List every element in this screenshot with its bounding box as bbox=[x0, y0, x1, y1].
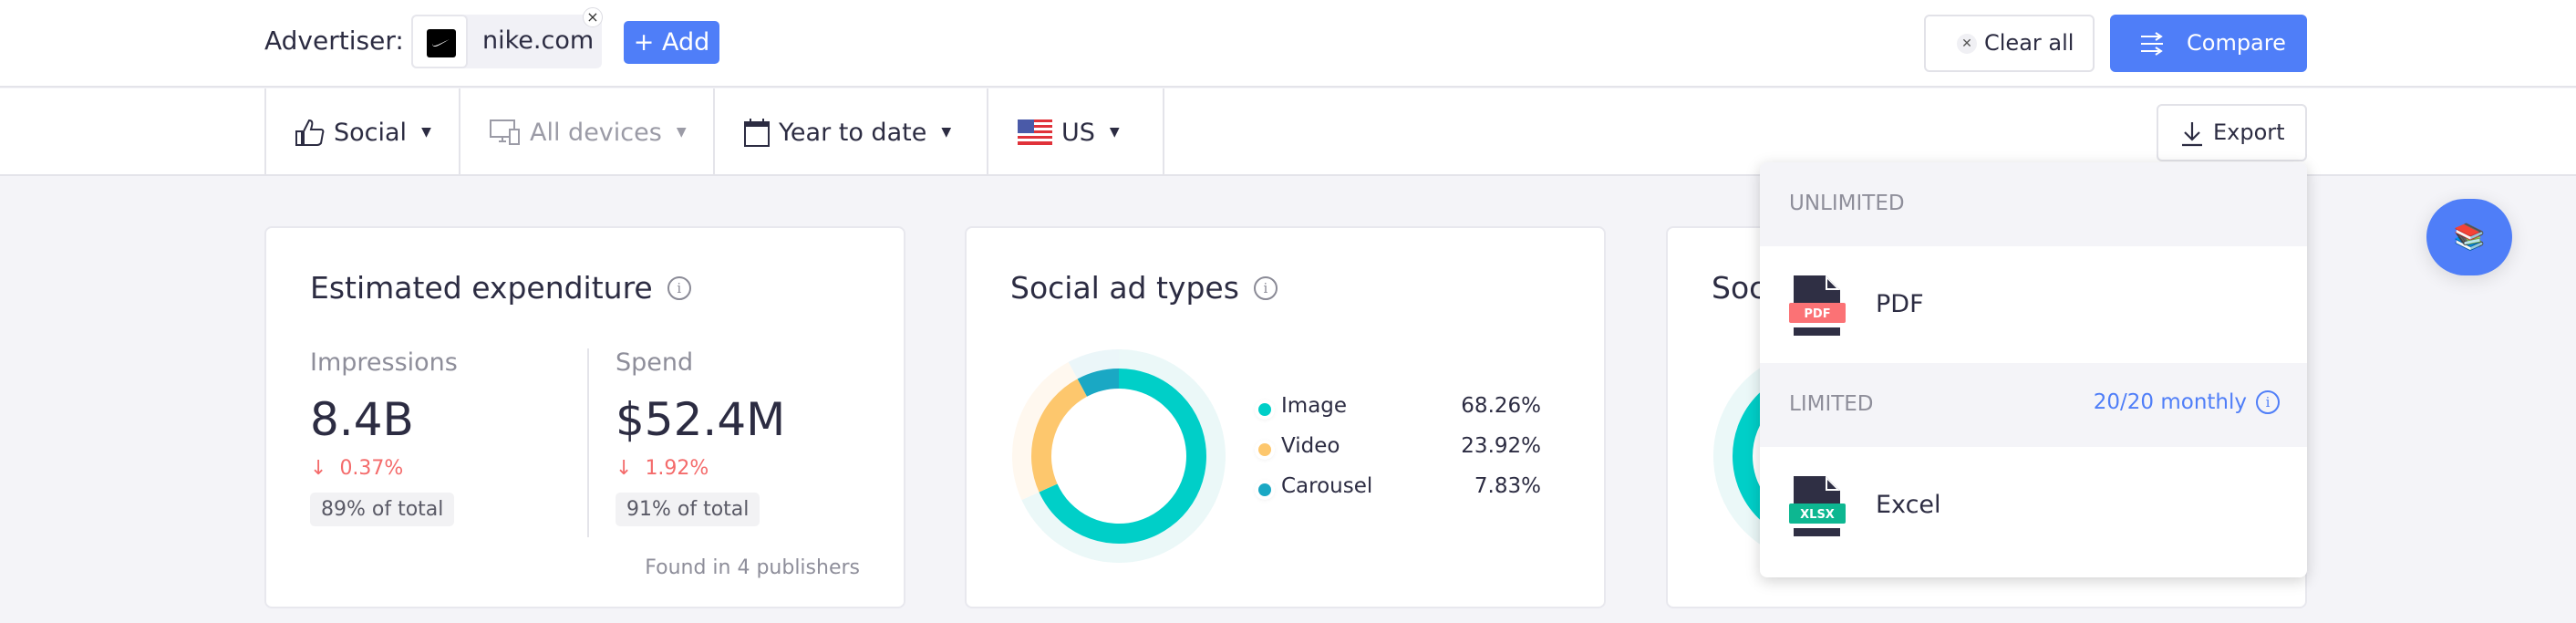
compare-button[interactable]: Compare bbox=[2110, 15, 2307, 72]
section-limited: LIMITED 20/20 monthly i bbox=[1760, 363, 2307, 447]
info-icon[interactable]: i bbox=[2256, 390, 2280, 414]
chevron-down-icon: ▼ bbox=[941, 125, 952, 140]
export-excel-item[interactable]: XLSX Excel bbox=[1760, 447, 2307, 564]
advertiser-label: Advertiser: bbox=[264, 26, 404, 56]
impressions-share-badge: 89% of total bbox=[310, 493, 455, 526]
spend-share-badge: 91% of total bbox=[616, 493, 760, 526]
devices-icon bbox=[490, 119, 520, 145]
legend-dot-icon bbox=[1258, 403, 1271, 416]
info-icon[interactable]: i bbox=[667, 275, 691, 300]
filter-divider bbox=[1163, 88, 1164, 176]
estimated-expenditure-card: Estimated expenditure i Impressions 8.4B… bbox=[264, 226, 905, 608]
export-pdf-item[interactable]: PDF PDF bbox=[1760, 246, 2307, 363]
legend-value: 23.92% bbox=[1461, 434, 1541, 458]
ad-types-legend: Image 68.26% Video 23.92% Carousel 7.83% bbox=[1249, 394, 1541, 514]
export-excel-label: Excel bbox=[1876, 491, 1941, 519]
legend-value: 68.26% bbox=[1461, 394, 1541, 418]
impressions-value: 8.4B bbox=[310, 393, 414, 446]
advertiser-domain: nike.com bbox=[482, 26, 595, 55]
card-title-text: Estimated expenditure bbox=[310, 270, 653, 306]
spend-delta-value: 1.92% bbox=[645, 457, 709, 480]
nike-swoosh-logo-icon bbox=[427, 29, 456, 57]
impressions-delta-value: 0.37% bbox=[339, 457, 404, 480]
pdf-file-icon: PDF bbox=[1789, 275, 1846, 336]
thumbs-up-icon bbox=[295, 119, 325, 146]
section-unlimited: UNLIMITED bbox=[1760, 162, 2307, 246]
filter-country[interactable]: US ▼ bbox=[987, 88, 1164, 176]
ad-types-donut-chart bbox=[1012, 349, 1226, 563]
export-button[interactable]: Export bbox=[2157, 104, 2307, 161]
card-title-text: Social ad types bbox=[1010, 270, 1239, 306]
donut-slice-carousel[interactable] bbox=[1077, 369, 1120, 397]
quota-text: 20/20 monthly bbox=[2093, 390, 2247, 414]
legend-label: Video bbox=[1281, 434, 1340, 458]
card-title-text: Soc bbox=[1712, 270, 1766, 306]
card-title: Soc bbox=[1712, 270, 1765, 306]
download-icon bbox=[2182, 122, 2202, 147]
top-bar: Advertiser: nike.com × + Add ✕ Clear all… bbox=[0, 0, 2576, 88]
section-label: LIMITED bbox=[1789, 392, 1874, 416]
section-label: UNLIMITED bbox=[1789, 192, 1905, 215]
card-title: Social ad types i bbox=[1010, 270, 1278, 306]
filter-channel-label: Social bbox=[334, 118, 408, 147]
legend-dot-icon bbox=[1258, 443, 1271, 456]
impressions-delta: ↓ 0.37% bbox=[310, 457, 458, 480]
card-title: Estimated expenditure i bbox=[310, 270, 691, 306]
spend-value: $52.4M bbox=[616, 393, 786, 446]
export-dropdown-menu: UNLIMITED PDF PDF LIMITED 20/20 monthly … bbox=[1760, 162, 2307, 577]
advertiser-chip[interactable]: nike.com × bbox=[411, 7, 603, 68]
impressions-label: Impressions bbox=[310, 348, 458, 377]
remove-advertiser-close-icon[interactable]: × bbox=[583, 7, 603, 27]
clear-all-button[interactable]: ✕ Clear all bbox=[1924, 15, 2095, 72]
export-label: Export bbox=[2213, 119, 2285, 145]
spend-label: Spend bbox=[616, 348, 694, 377]
social-ad-types-card: Social ad types i Image 68.26% Video 23.92%… bbox=[965, 226, 1606, 608]
metric-divider bbox=[587, 348, 589, 537]
legend-label: Image bbox=[1281, 394, 1348, 418]
filter-date-label: Year to date bbox=[779, 118, 927, 147]
legend-item-video[interactable]: Video 23.92% bbox=[1249, 434, 1541, 474]
legend-item-image[interactable]: Image 68.26% bbox=[1249, 394, 1541, 434]
help-fab-button[interactable]: 📚 bbox=[2426, 199, 2512, 275]
export-quota: 20/20 monthly i bbox=[2094, 390, 2280, 414]
spend-delta: ↓ 1.92% bbox=[616, 457, 785, 480]
add-advertiser-button[interactable]: + Add bbox=[624, 21, 719, 64]
clear-all-label: Clear all bbox=[1984, 30, 2074, 56]
legend-value: 7.83% bbox=[1474, 474, 1541, 498]
chevron-down-icon: ▼ bbox=[676, 125, 687, 140]
filter-devices-label: All devices bbox=[530, 118, 662, 147]
clear-close-icon: ✕ bbox=[1957, 34, 1977, 54]
spend-metric: Spend $52.4M ↓ 1.92% 91% of total bbox=[616, 348, 785, 526]
publishers-found-text: Found in 4 publishers bbox=[645, 556, 860, 579]
legend-label: Carousel bbox=[1281, 474, 1373, 498]
export-pdf-label: PDF bbox=[1876, 290, 1924, 318]
arrow-down-icon: ↓ bbox=[616, 457, 633, 480]
info-icon[interactable]: i bbox=[1253, 275, 1278, 300]
books-icon: 📚 bbox=[2453, 222, 2486, 252]
chevron-down-icon: ▼ bbox=[1109, 125, 1120, 140]
us-flag-icon bbox=[1018, 119, 1052, 145]
filter-date-range[interactable]: Year to date ▼ bbox=[713, 88, 987, 176]
impressions-metric: Impressions 8.4B ↓ 0.37% 89% of total bbox=[310, 348, 458, 526]
filter-channel[interactable]: Social ▼ bbox=[264, 88, 459, 176]
xlsx-file-icon: XLSX bbox=[1789, 476, 1846, 536]
pdf-badge-text: PDF bbox=[1804, 307, 1830, 321]
calendar-icon bbox=[744, 119, 770, 147]
legend-dot-icon bbox=[1258, 483, 1271, 496]
filter-country-label: US bbox=[1061, 118, 1095, 147]
legend-item-carousel[interactable]: Carousel 7.83% bbox=[1249, 474, 1541, 514]
compare-label: Compare bbox=[2187, 30, 2286, 56]
arrow-down-icon: ↓ bbox=[310, 457, 327, 480]
xlsx-badge-text: XLSX bbox=[1800, 508, 1835, 522]
advertiser-logo bbox=[411, 15, 468, 68]
chevron-down-icon: ▼ bbox=[421, 125, 431, 140]
filter-devices[interactable]: All devices ▼ bbox=[459, 88, 713, 176]
compare-arrows-icon bbox=[2141, 32, 2163, 56]
